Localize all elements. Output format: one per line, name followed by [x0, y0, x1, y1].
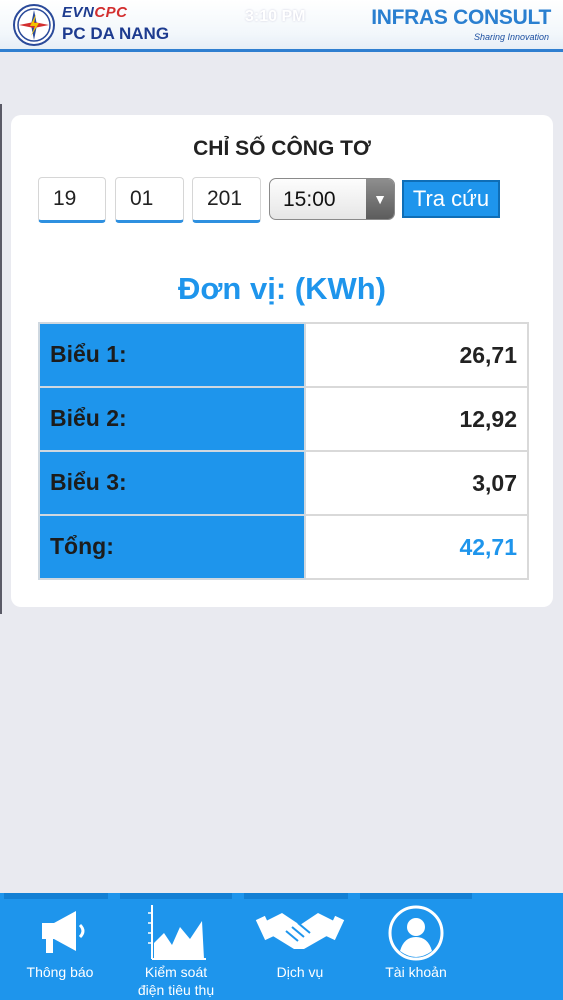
- nav-label: Dịch vụ: [276, 964, 324, 980]
- table-row: Biểu 3: 3,07: [38, 450, 529, 516]
- chevron-down-icon[interactable]: ▼: [366, 179, 394, 219]
- nav-divider: [244, 893, 348, 899]
- nav-item-services[interactable]: Dịch vụ: [244, 901, 356, 997]
- table-row: Biểu 1: 26,71: [38, 322, 529, 388]
- app-header: EVNCPC PC DA NANG 3:10 PM INFRAS CONSULT…: [0, 0, 563, 52]
- nav-divider: [4, 893, 108, 899]
- meter-reading-card: CHỈ SỐ CÔNG TƠ 19 01 201 15:00 ▼ Tra cứu…: [11, 115, 553, 607]
- brand-evncpc: EVNCPC: [62, 4, 128, 21]
- status-time: 3:10 PM: [245, 8, 306, 25]
- month-input[interactable]: 01: [115, 177, 184, 223]
- row-label: Biểu 2:: [38, 386, 306, 452]
- megaphone-icon: [4, 903, 116, 963]
- month-value: 01: [130, 187, 154, 210]
- row-label: Biểu 3:: [38, 450, 306, 516]
- nav-item-account[interactable]: Tài khoản: [360, 901, 472, 997]
- search-button[interactable]: Tra cứu: [402, 180, 500, 218]
- nav-label: Kiểm soát điện tiêu thụ: [120, 963, 232, 999]
- total-value: 42,71: [304, 514, 529, 580]
- nav-divider: [360, 893, 472, 899]
- nav-label-line1: Kiểm soát: [144, 964, 208, 980]
- total-label: Tổng:: [38, 514, 306, 580]
- nav-divider: [120, 893, 232, 899]
- nav-item-notifications[interactable]: Thông báo: [4, 901, 116, 997]
- brand-name: PC DA NANG: [62, 24, 170, 43]
- time-value: 15:00: [283, 188, 336, 211]
- table-row-total: Tổng: 42,71: [38, 514, 529, 580]
- bottom-nav: Thông báo Kiểm soát điện tiêu thụ Dịch v…: [0, 893, 563, 1000]
- day-input[interactable]: 19: [38, 177, 106, 223]
- handshake-icon: [244, 903, 356, 963]
- row-value: 26,71: [304, 322, 529, 388]
- evn-logo-icon: [13, 4, 55, 46]
- reading-table: Biểu 1: 26,71 Biểu 2: 12,92 Biểu 3: 3,07…: [38, 322, 529, 580]
- nav-label: Thông báo: [26, 964, 94, 980]
- nav-item-consumption[interactable]: Kiểm soát điện tiêu thụ: [120, 901, 232, 999]
- chart-icon: [120, 903, 232, 963]
- nav-label-line2: điện tiêu thụ: [137, 982, 215, 998]
- year-value: 201: [207, 187, 243, 210]
- row-value: 3,07: [304, 450, 529, 516]
- partner-tagline: Sharing Innovation: [473, 32, 549, 42]
- edge-divider: [0, 104, 2, 614]
- row-value: 12,92: [304, 386, 529, 452]
- row-label: Biểu 1:: [38, 322, 306, 388]
- table-row: Biểu 2: 12,92: [38, 386, 529, 452]
- nav-label: Tài khoản: [385, 964, 447, 980]
- user-icon: [360, 903, 472, 963]
- time-select[interactable]: 15:00 ▼: [269, 178, 395, 220]
- page-title: CHỈ SỐ CÔNG TƠ: [193, 137, 371, 160]
- unit-label: Đơn vị: (KWh): [178, 271, 386, 306]
- year-input[interactable]: 201: [192, 177, 261, 223]
- partner-logo: INFRAS CONSULT: [371, 6, 551, 29]
- day-value: 19: [53, 187, 77, 210]
